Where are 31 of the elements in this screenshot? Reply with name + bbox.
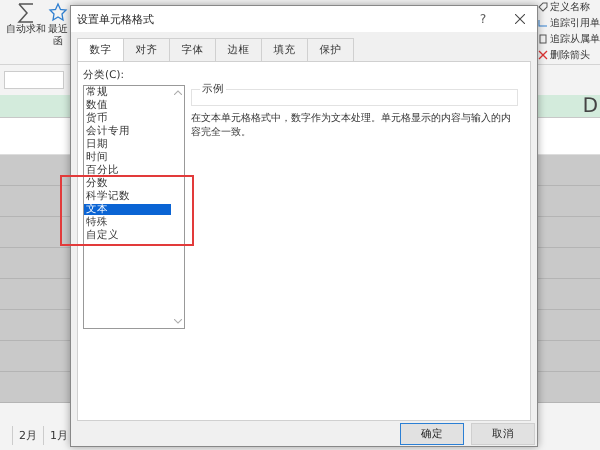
description-text: 在文本单元格格式中，数字作为文本处理。单元格显示的内容与输入的内容完全一致。 <box>191 112 512 140</box>
ribbon-command[interactable]: 定义名称 <box>550 0 590 14</box>
category-list[interactable]: 常规 数值 货币 会计专用 日期 时间 百分比 分数 科学记数 文本 特殊 自定义 <box>83 85 185 329</box>
category-item[interactable]: 货币 <box>84 113 171 124</box>
dialog-title: 设置单元格格式 <box>77 12 155 26</box>
ribbon-command[interactable]: 删除箭头 <box>550 48 590 62</box>
category-item[interactable]: 科学记数 <box>84 191 171 202</box>
dialog-tab[interactable]: 保护 <box>307 38 354 61</box>
ribbon-button-label[interactable]: 最近 <box>48 24 68 36</box>
ribbon-command[interactable]: 追踪引用单 <box>550 16 600 30</box>
category-item[interactable]: 特殊 <box>84 217 171 228</box>
category-item[interactable]: 数值 <box>84 100 171 111</box>
dialog-tab[interactable]: 数字 <box>77 38 124 61</box>
category-item[interactable]: 百分比 <box>84 165 171 176</box>
sample-label: 示例 <box>201 82 225 96</box>
category-item[interactable]: 文本 <box>84 204 171 215</box>
category-item[interactable]: 日期 <box>84 139 171 150</box>
ribbon-command[interactable]: 追踪从属单 <box>550 32 600 46</box>
category-label: 分类(C): <box>83 68 126 82</box>
category-item[interactable]: 自定义 <box>84 230 171 241</box>
column-header: D <box>582 93 598 117</box>
category-item[interactable]: 会计专用 <box>84 126 171 137</box>
ribbon-button-label[interactable]: 函 <box>53 36 63 48</box>
category-item[interactable]: 分数 <box>84 178 171 189</box>
sheet-tab[interactable]: 2月 <box>12 426 43 444</box>
cancel-button[interactable]: 取消 <box>471 422 535 444</box>
help-button[interactable]: ? <box>463 12 503 26</box>
ribbon-button-label[interactable]: 自动求和 <box>6 24 46 36</box>
category-item[interactable]: 时间 <box>84 152 171 163</box>
category-item[interactable]: 常规 <box>84 87 171 98</box>
ok-button[interactable]: 确定 <box>400 422 464 444</box>
